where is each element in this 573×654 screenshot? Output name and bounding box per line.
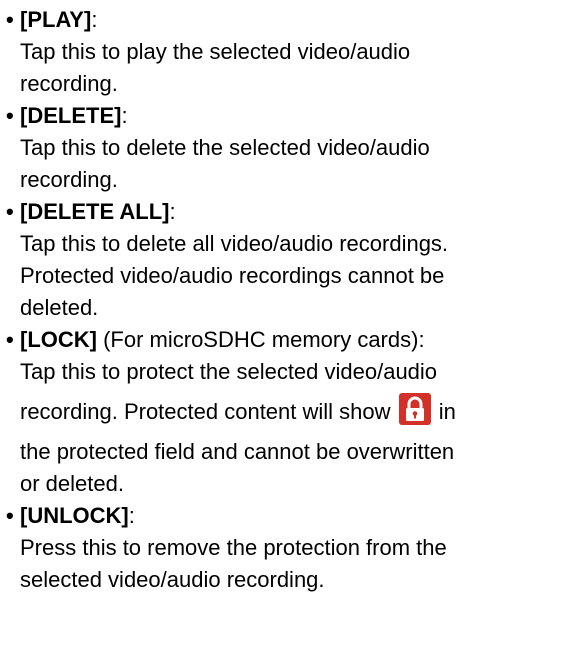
- item-suffix: :: [169, 199, 176, 224]
- item-description: Tap this to play the selected video/audi…: [20, 36, 573, 100]
- description-line: Tap this to delete the selected video/au…: [20, 135, 430, 160]
- item-label: [DELETE]: [20, 103, 122, 128]
- description-line-with-icon: recording. Protected content will show i…: [20, 388, 573, 436]
- description-line: Tap this to protect the selected video/a…: [20, 359, 438, 384]
- bullet: •: [6, 327, 14, 352]
- manual-page: • [PLAY]: Tap this to play the selected …: [0, 0, 573, 654]
- list-item-unlock: • [UNLOCK]: Press this to remove the pro…: [0, 500, 573, 596]
- list-item-delete-all: • [DELETE ALL]: Tap this to delete all v…: [0, 196, 573, 324]
- description-line: selected video/audio recording.: [20, 567, 325, 592]
- description-line: Press this to remove the protection from…: [20, 535, 447, 560]
- item-suffix: :: [121, 103, 128, 128]
- bullet: •: [6, 503, 14, 528]
- item-label: [PLAY]: [20, 7, 92, 32]
- list-item-lock: • [LOCK] (For microSDHC memory cards): T…: [0, 324, 573, 500]
- description-line: Protected video/audio recordings cannot …: [20, 263, 445, 288]
- item-label: [UNLOCK]: [20, 503, 129, 528]
- description-line: recording.: [20, 167, 118, 192]
- item-description: Tap this to delete the selected video/au…: [20, 132, 573, 196]
- item-suffix: (For microSDHC memory cards):: [96, 327, 425, 352]
- item-label: [DELETE ALL]: [20, 199, 170, 224]
- item-description: Tap this to delete all video/audio recor…: [20, 228, 573, 324]
- description-line: recording.: [20, 71, 118, 96]
- icon-line-after: in: [438, 399, 456, 424]
- item-description: Tap this to protect the selected video/a…: [20, 356, 573, 500]
- description-line: the protected field and cannot be overwr…: [20, 439, 455, 464]
- item-heading: [LOCK] (For microSDHC memory cards):: [20, 324, 573, 356]
- item-suffix: :: [128, 503, 135, 528]
- list-item-play: • [PLAY]: Tap this to play the selected …: [0, 4, 573, 100]
- item-label: [LOCK]: [20, 327, 97, 352]
- item-heading: [PLAY]:: [20, 4, 573, 36]
- list-item-delete: • [DELETE]: Tap this to delete the selec…: [0, 100, 573, 196]
- item-heading: [UNLOCK]:: [20, 500, 573, 532]
- item-suffix: :: [91, 7, 98, 32]
- bullet: •: [6, 7, 14, 32]
- icon-line-before: recording. Protected content will show: [20, 399, 391, 424]
- description-line: Tap this to play the selected video/audi…: [20, 39, 411, 64]
- item-heading: [DELETE ALL]:: [20, 196, 573, 228]
- description-line: deleted.: [20, 295, 99, 320]
- bullet: •: [6, 199, 14, 224]
- item-description: Press this to remove the protection from…: [20, 532, 573, 596]
- item-heading: [DELETE]:: [20, 100, 573, 132]
- description-line: Tap this to delete all video/audio recor…: [20, 231, 449, 256]
- lock-icon: [398, 393, 431, 425]
- description-line: or deleted.: [20, 471, 124, 496]
- bullet: •: [6, 103, 14, 128]
